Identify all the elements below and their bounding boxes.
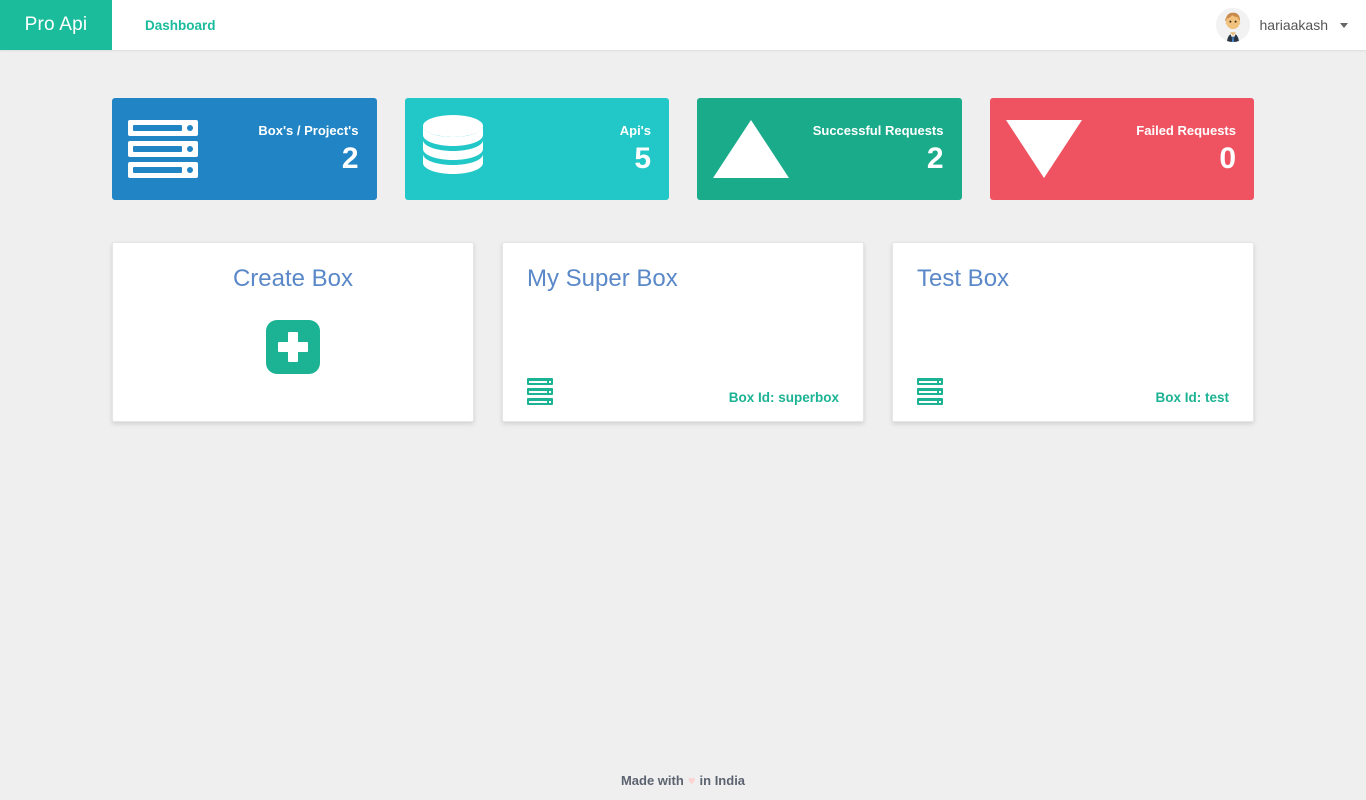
stat-card-successful-requests[interactable]: Successful Requests 2 xyxy=(697,98,962,200)
box-id-label: Box Id: test xyxy=(1155,390,1229,405)
person-avatar-icon xyxy=(1215,8,1250,42)
stat-label: Box's / Project's xyxy=(258,122,359,138)
stats-row: Box's / Project's 2 Api's 5 Successful R… xyxy=(112,98,1254,200)
username-label: hariaakash xyxy=(1259,17,1329,33)
stat-card-apis[interactable]: Api's 5 xyxy=(404,98,669,200)
box-title: My Super Box xyxy=(527,265,678,292)
stat-card-failed-requests[interactable]: Failed Requests 0 xyxy=(989,98,1254,200)
server-rack-icon xyxy=(128,120,206,178)
stat-text: Failed Requests 0 xyxy=(1136,122,1236,176)
stat-value: 0 xyxy=(1219,142,1236,176)
box-footer: Box Id: superbox xyxy=(527,378,839,405)
caret-up-icon xyxy=(713,120,791,178)
stat-value: 2 xyxy=(926,142,944,176)
nav-links: Dashboard xyxy=(130,0,231,50)
boxes-row: Create Box My Super Box Box Id: superbox… xyxy=(112,242,1254,422)
stat-value: 5 xyxy=(634,142,651,176)
box-card[interactable]: My Super Box Box Id: superbox xyxy=(502,242,864,422)
nav-link-dashboard[interactable]: Dashboard xyxy=(130,0,231,50)
user-menu[interactable]: hariaakash xyxy=(1215,0,1366,50)
plus-square-icon[interactable] xyxy=(266,320,320,375)
caret-down-icon xyxy=(1005,120,1084,178)
stat-text: Successful Requests 2 xyxy=(812,122,944,176)
stat-text: Api's 5 xyxy=(619,122,651,176)
box-title: Test Box xyxy=(917,265,1010,292)
footer-suffix: in India xyxy=(699,772,746,788)
server-rack-icon xyxy=(917,378,943,405)
dashboard-content: Box's / Project's 2 Api's 5 Successful R… xyxy=(0,50,1366,422)
box-card[interactable]: Test Box Box Id: test xyxy=(892,242,1254,422)
top-navbar: Pro Api Dashboard hariaakash xyxy=(0,0,1366,50)
box-id-label: Box Id: superbox xyxy=(728,390,839,405)
database-icon xyxy=(421,113,499,185)
stat-label: Successful Requests xyxy=(812,122,944,138)
chevron-down-icon xyxy=(1340,22,1348,28)
stat-label: Api's xyxy=(619,122,651,138)
brand-logo[interactable]: Pro Api xyxy=(0,0,112,50)
create-box-card[interactable]: Create Box xyxy=(112,242,474,422)
page-footer: Made with ♥ in India xyxy=(0,760,1366,800)
stat-value: 2 xyxy=(341,142,359,176)
footer-prefix: Made with xyxy=(620,772,684,788)
box-footer: Box Id: test xyxy=(917,378,1229,405)
stat-label: Failed Requests xyxy=(1136,122,1236,138)
heart-icon: ♥ xyxy=(687,772,696,788)
create-box-action xyxy=(137,290,449,405)
stat-card-boxes[interactable]: Box's / Project's 2 xyxy=(112,98,377,200)
server-rack-icon xyxy=(527,378,553,405)
stat-text: Box's / Project's 2 xyxy=(258,122,359,176)
